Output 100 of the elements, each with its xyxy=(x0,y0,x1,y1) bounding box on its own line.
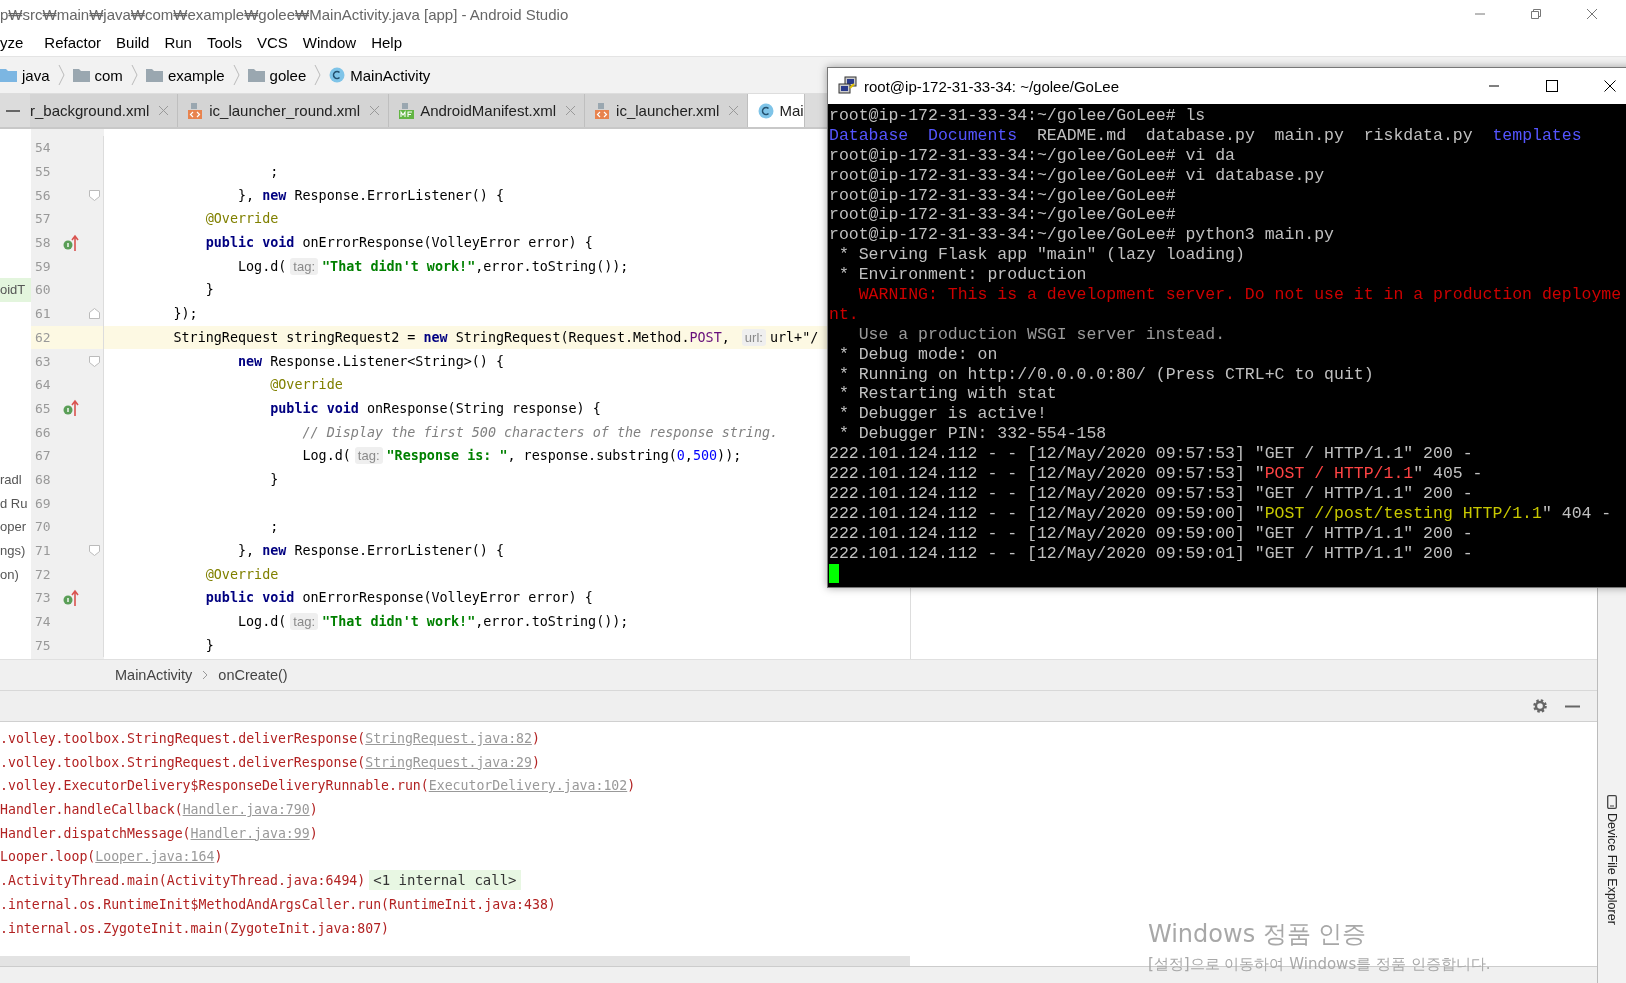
minimize-icon[interactable] xyxy=(6,108,20,113)
terminal-line: WARNING: This is a development server. Do not use it in a production deployme xyxy=(857,285,1623,305)
line-number: 73 xyxy=(34,590,52,606)
class-icon xyxy=(758,102,775,119)
code-line: } xyxy=(205,637,214,653)
terminal-line: root@ip-172-31-33-34:~/golee/GoLee# xyxy=(829,185,1177,206)
terminal-line: root@ip-172-31-33-34:~/golee/GoLee# vi da xyxy=(829,145,1236,166)
terminal-line: root@ip-172-31-33-34:~/golee/GoLee# vi database.py xyxy=(829,165,1326,186)
minimize-icon[interactable] xyxy=(1565,704,1580,708)
line-number: 75 xyxy=(34,637,52,653)
terminal-line: 222.101.124.112 - - [12/May/2020 09:59:00] "GET / HTTP/1.1" 200 - xyxy=(829,523,1474,544)
line-number: 56 xyxy=(34,187,52,203)
breadcrumb-item[interactable]: com xyxy=(72,66,129,84)
terminal-line: * Restarting with stat xyxy=(837,384,1058,405)
line-number: 61 xyxy=(34,306,52,322)
folder-icon xyxy=(0,68,17,82)
scrollbar[interactable] xyxy=(0,956,910,966)
editor-tab[interactable]: ic_launcher_round.xml xyxy=(178,94,390,127)
project-item[interactable]: on) xyxy=(0,562,31,587)
breadcrumb-item[interactable]: MainActivity xyxy=(329,66,437,84)
menu-item[interactable]: yze xyxy=(0,33,33,51)
code-line: Log.d( tag: "That didn't work!",error.toString()); xyxy=(238,258,629,274)
breadcrumb-item[interactable]: golee xyxy=(247,66,313,84)
project-item[interactable]: ngs) xyxy=(0,538,31,563)
code-line: public void onResponse(String response) { xyxy=(270,400,601,416)
line-number: 74 xyxy=(34,614,52,630)
terminal-line: root@ip-172-31-33-34:~/golee/GoLee# python3 main.py xyxy=(829,225,1335,246)
project-item[interactable]: oidT xyxy=(0,278,31,302)
folder-icon xyxy=(72,68,90,82)
editor-tab[interactable]: r_background.xml xyxy=(30,94,179,127)
line-number: 72 xyxy=(34,566,52,582)
project-item[interactable]: oper xyxy=(0,515,31,539)
line-number: 65 xyxy=(34,400,52,416)
code-line: ; xyxy=(270,164,279,180)
fold-icon[interactable] xyxy=(89,545,100,557)
restore-icon[interactable] xyxy=(1530,8,1542,20)
terminal-line: 222.101.124.112 - - [12/May/2020 09:59:00] "POST //post/testing HTTP/1.1" 404 - xyxy=(829,503,1613,524)
maximize-icon[interactable] xyxy=(1546,80,1558,92)
class-icon xyxy=(329,67,346,83)
override-icon[interactable] xyxy=(63,233,79,252)
breadcrumb-item[interactable]: java xyxy=(0,66,56,84)
log-line: .ActivityThread.main(ActivityThread.java:6494) <1 internal call> xyxy=(0,869,521,893)
terminal-line: * Environment: production xyxy=(837,265,1088,285)
override-icon[interactable] xyxy=(63,588,79,607)
menu-item[interactable]: Refactor xyxy=(44,33,111,51)
activation-message: [설정]으로 이동하여 Windows를 정품 인증합니다. xyxy=(1148,955,1491,974)
activation-title: Windows 정품 인증 xyxy=(1148,919,1368,950)
terminal-line: 222.101.124.112 - - [12/May/2020 09:59:01] "GET / HTTP/1.1" 200 - xyxy=(829,543,1474,564)
computer-icon xyxy=(838,76,858,96)
log-line: Handler.dispatchMessage(Handler.java:99) xyxy=(0,824,318,843)
terminal-line: * Debugger PIN: 332-554-158 xyxy=(837,424,1108,445)
code-line: @Override xyxy=(205,566,279,582)
fold-icon[interactable] xyxy=(89,308,100,320)
chevron-icon xyxy=(57,64,65,86)
editor-tab[interactable]: AndroidManifest.xml xyxy=(389,94,586,127)
phone-icon xyxy=(1607,795,1617,810)
close-icon[interactable] xyxy=(1604,80,1616,92)
menu-item[interactable]: Run xyxy=(164,33,201,51)
menu-item[interactable]: Tools xyxy=(206,33,251,51)
line-number: 69 xyxy=(34,495,52,511)
editor-tab[interactable]: ic_launcher.xml xyxy=(585,94,749,127)
log-line: .volley.toolbox.StringRequest.deliverResponse(StringRequest.java:82) xyxy=(0,730,540,748)
code-line: ; xyxy=(270,519,279,535)
side-tool-tab[interactable]: Device File Explorer xyxy=(1605,795,1619,925)
code-line: Log.d( tag: "Response is: ", response.substring(0,500)); xyxy=(302,448,742,464)
terminal-line: 222.101.124.112 - - [12/May/2020 09:57:53] "GET / HTTP/1.1" 200 - xyxy=(829,483,1474,504)
log-line: .volley.toolbox.StringRequest.deliverResponse(StringRequest.java:29) xyxy=(0,753,540,772)
code-line: }, new Response.ErrorListener() { xyxy=(238,187,505,203)
menu-item[interactable]: VCS xyxy=(256,33,297,51)
project-item[interactable]: radl xyxy=(0,467,31,492)
folded-calls-link[interactable]: <1 internal call> xyxy=(369,870,521,891)
log-line: Handler.handleCallback(Handler.java:790) xyxy=(0,801,318,820)
code-line: Log.d( tag: "That didn't work!",error.toString()); xyxy=(238,614,629,630)
breadcrumb-item[interactable]: example xyxy=(145,66,231,84)
code-line: new Response.Listener<String>() { xyxy=(238,353,505,369)
log-line: .internal.os.RuntimeInit$MethodAndArgsCaller.run(RuntimeInit.java:438) xyxy=(0,895,556,914)
menu-item[interactable]: Window xyxy=(302,33,366,51)
breadcrumb-item[interactable]: MainActivity xyxy=(115,667,193,683)
editor-tab[interactable]: Mai xyxy=(748,94,805,127)
folder-icon xyxy=(145,68,163,82)
chevron-icon xyxy=(202,670,209,680)
fold-icon[interactable] xyxy=(89,189,100,201)
terminal-line: root@ip-172-31-33-34:~/golee/GoLee# ls xyxy=(829,106,1207,126)
project-item[interactable]: d Ru xyxy=(0,491,31,515)
line-number: 64 xyxy=(34,377,52,393)
override-icon[interactable] xyxy=(63,399,79,418)
settings-icon[interactable] xyxy=(1532,698,1548,714)
terminal-line: * Serving Flask app "main" (lazy loading) xyxy=(837,245,1246,266)
code-line: public void onErrorResponse(VolleyError error) { xyxy=(205,235,593,251)
terminal-line: 222.101.124.112 - - [12/May/2020 09:57:53] "GET / HTTP/1.1" 200 - xyxy=(829,444,1474,465)
terminal-line: Use a production WSGI server instead. xyxy=(857,324,1227,345)
window-title: p₩src₩main₩java₩com₩example₩golee₩MainActivity.java [app] - Android Studio xyxy=(0,5,569,23)
menu-item[interactable]: Build xyxy=(116,33,159,51)
menu-item[interactable]: Help xyxy=(371,33,412,51)
log-line: .internal.os.ZygoteInit.main(ZygoteInit.java:807) xyxy=(0,919,390,938)
xml-file-icon xyxy=(595,102,612,119)
breadcrumb-item[interactable]: onCreate() xyxy=(218,667,288,683)
terminal-line: * Running on http://0.0.0.0:80/ (Press CTRL+C to quit) xyxy=(837,364,1375,385)
fold-icon[interactable] xyxy=(89,355,100,367)
code-line: // Display the first 500 characters of the response string. xyxy=(302,424,779,440)
